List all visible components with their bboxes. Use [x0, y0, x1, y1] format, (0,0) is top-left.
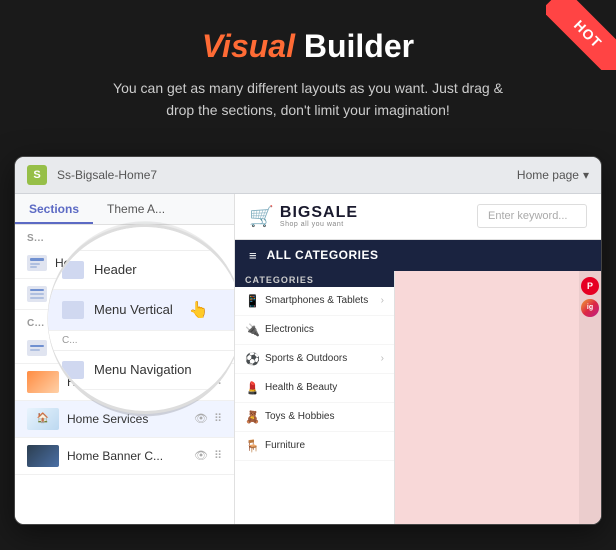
cat-smartphones-arrow: ›	[381, 295, 384, 306]
logo-area: 🛒 BIGSALE Shop all you want	[249, 204, 358, 229]
logo-text: BIGSALE Shop all you want	[280, 205, 358, 228]
chevron-down-icon: ▾	[583, 168, 589, 182]
main-preview-area: P ig	[395, 271, 601, 524]
hamburger-icon: ≡	[249, 248, 257, 263]
page-selector[interactable]: Home page ▾	[517, 168, 589, 182]
menu-vertical-icon	[27, 286, 47, 302]
hot-badge-container: HOT	[546, 0, 616, 70]
header-section-icon	[27, 255, 47, 271]
cursor-icon: 👆	[189, 300, 209, 320]
all-categories-label: ALL CATEGORIES	[267, 248, 379, 262]
cat-health-left: 💄 Health & Beauty	[245, 381, 337, 395]
eye-icon-2[interactable]: 👁	[194, 412, 208, 425]
eye-icon-3[interactable]: 👁	[194, 449, 208, 462]
menu-nav-icon	[27, 340, 47, 356]
health-icon: 💄	[245, 381, 259, 395]
browser-content: Sections Theme A... S... Header Menu Ver…	[15, 194, 601, 524]
title-visual: Visual	[202, 28, 295, 64]
subtitle: You can get as many different layouts as…	[98, 77, 518, 122]
logo-main: BIGSALE	[280, 205, 358, 221]
pinterest-icon: P	[587, 281, 593, 291]
sidebar-tabs: Sections Theme A...	[15, 194, 234, 225]
shopify-icon: S	[27, 165, 47, 185]
tab-sections[interactable]: Sections	[15, 194, 93, 224]
browser-bar: S Ss-Bigsale-Home7 Home page ▾	[15, 157, 601, 194]
tab-theme[interactable]: Theme A...	[93, 194, 179, 224]
home-banner-actions: 👁 ⠿	[194, 449, 222, 462]
cat-sports-label: Sports & Outdoors	[265, 353, 347, 364]
electronics-icon: 🔌	[245, 323, 259, 337]
magnify-header: Header	[48, 251, 235, 290]
search-input[interactable]: Enter keyword...	[477, 204, 587, 228]
instagram-icon: ig	[587, 304, 593, 311]
magnify-menu-nav: Menu Navigation	[48, 351, 235, 390]
pinterest-button[interactable]: P	[581, 277, 599, 295]
home-slider-thumb	[27, 371, 59, 393]
magnify-section-c-label: C...	[48, 331, 235, 351]
home-services-thumb: 🏠	[27, 408, 59, 430]
home-services-actions: 👁 ⠿	[194, 412, 222, 425]
categories-section-label: CATEGORIES	[235, 271, 394, 287]
cat-item-furniture[interactable]: 🪑 Furniture	[235, 432, 394, 461]
logo-sub: Shop all you want	[280, 221, 358, 228]
home-services-label: Home Services	[67, 412, 148, 426]
cat-item-sports[interactable]: ⚽ Sports & Outdoors ›	[235, 345, 394, 374]
main-title: Visual Builder	[20, 28, 596, 65]
cat-health-label: Health & Beauty	[265, 382, 337, 393]
cat-item-electronics[interactable]: 🔌 Electronics	[235, 316, 394, 345]
cat-smartphones-left: 📱 Smartphones & Tablets	[245, 294, 368, 308]
store-name: Ss-Bigsale-Home7	[57, 168, 157, 182]
magnify-menu-nav-label: Menu Navigation	[94, 362, 192, 377]
drag-icon-2[interactable]: ⠿	[214, 412, 222, 425]
cat-item-smartphones[interactable]: 📱 Smartphones & Tablets ›	[235, 287, 394, 316]
categories-panel: CATEGORIES 📱 Smartphones & Tablets › 🔌	[235, 271, 395, 524]
left-sidebar: Sections Theme A... S... Header Menu Ver…	[15, 194, 235, 524]
home-banner-label: Home Banner C...	[67, 449, 163, 463]
logo-icon: 🛒	[249, 204, 274, 229]
cat-furniture-left: 🪑 Furniture	[245, 439, 305, 453]
cat-toys-left: 🧸 Toys & Hobbies	[245, 410, 334, 424]
page-label: Home page	[517, 168, 579, 182]
social-column: P ig	[579, 271, 601, 524]
sports-icon: ⚽	[245, 352, 259, 366]
toys-icon: 🧸	[245, 410, 259, 424]
instagram-button[interactable]: ig	[581, 299, 599, 317]
cat-toys-label: Toys & Hobbies	[265, 411, 334, 422]
magnify-menu-vertical-label: Menu Vertical	[94, 302, 173, 317]
cat-item-toys[interactable]: 🧸 Toys & Hobbies	[235, 403, 394, 432]
cat-item-health[interactable]: 💄 Health & Beauty	[235, 374, 394, 403]
smartphone-icon: 📱	[245, 294, 259, 308]
drag-icon-3[interactable]: ⠿	[214, 449, 222, 462]
cat-electronics-label: Electronics	[265, 324, 314, 335]
shop-body: CATEGORIES 📱 Smartphones & Tablets › 🔌	[235, 271, 601, 524]
magnify-menu-vertical: Menu Vertical 👆	[48, 290, 235, 331]
magnify-header-icon	[62, 261, 84, 279]
shop-header: 🛒 BIGSALE Shop all you want Enter keywor…	[235, 194, 601, 240]
magnify-header-label: Header	[94, 262, 137, 277]
main-content: 🛒 BIGSALE Shop all you want Enter keywor…	[235, 194, 601, 524]
cat-sports-left: ⚽ Sports & Outdoors	[245, 352, 347, 366]
cat-electronics-left: 🔌 Electronics	[245, 323, 314, 337]
furniture-icon: 🪑	[245, 439, 259, 453]
hot-badge: HOT	[546, 0, 616, 70]
browser-window: S Ss-Bigsale-Home7 Home page ▾ Sections …	[14, 156, 602, 525]
shop-nav: ≡ ALL CATEGORIES	[235, 240, 601, 271]
magnify-menu-vertical-icon	[62, 301, 84, 319]
sidebar-item-home-banner[interactable]: Home Banner C... 👁 ⠿	[15, 438, 234, 475]
title-rest: Builder	[295, 28, 414, 64]
hero-section: HOT Visual Builder You can get as many d…	[0, 0, 616, 140]
cat-furniture-label: Furniture	[265, 440, 305, 451]
home-banner-thumb	[27, 445, 59, 467]
cat-sports-arrow: ›	[381, 353, 384, 364]
cat-smartphones-label: Smartphones & Tablets	[265, 295, 368, 306]
